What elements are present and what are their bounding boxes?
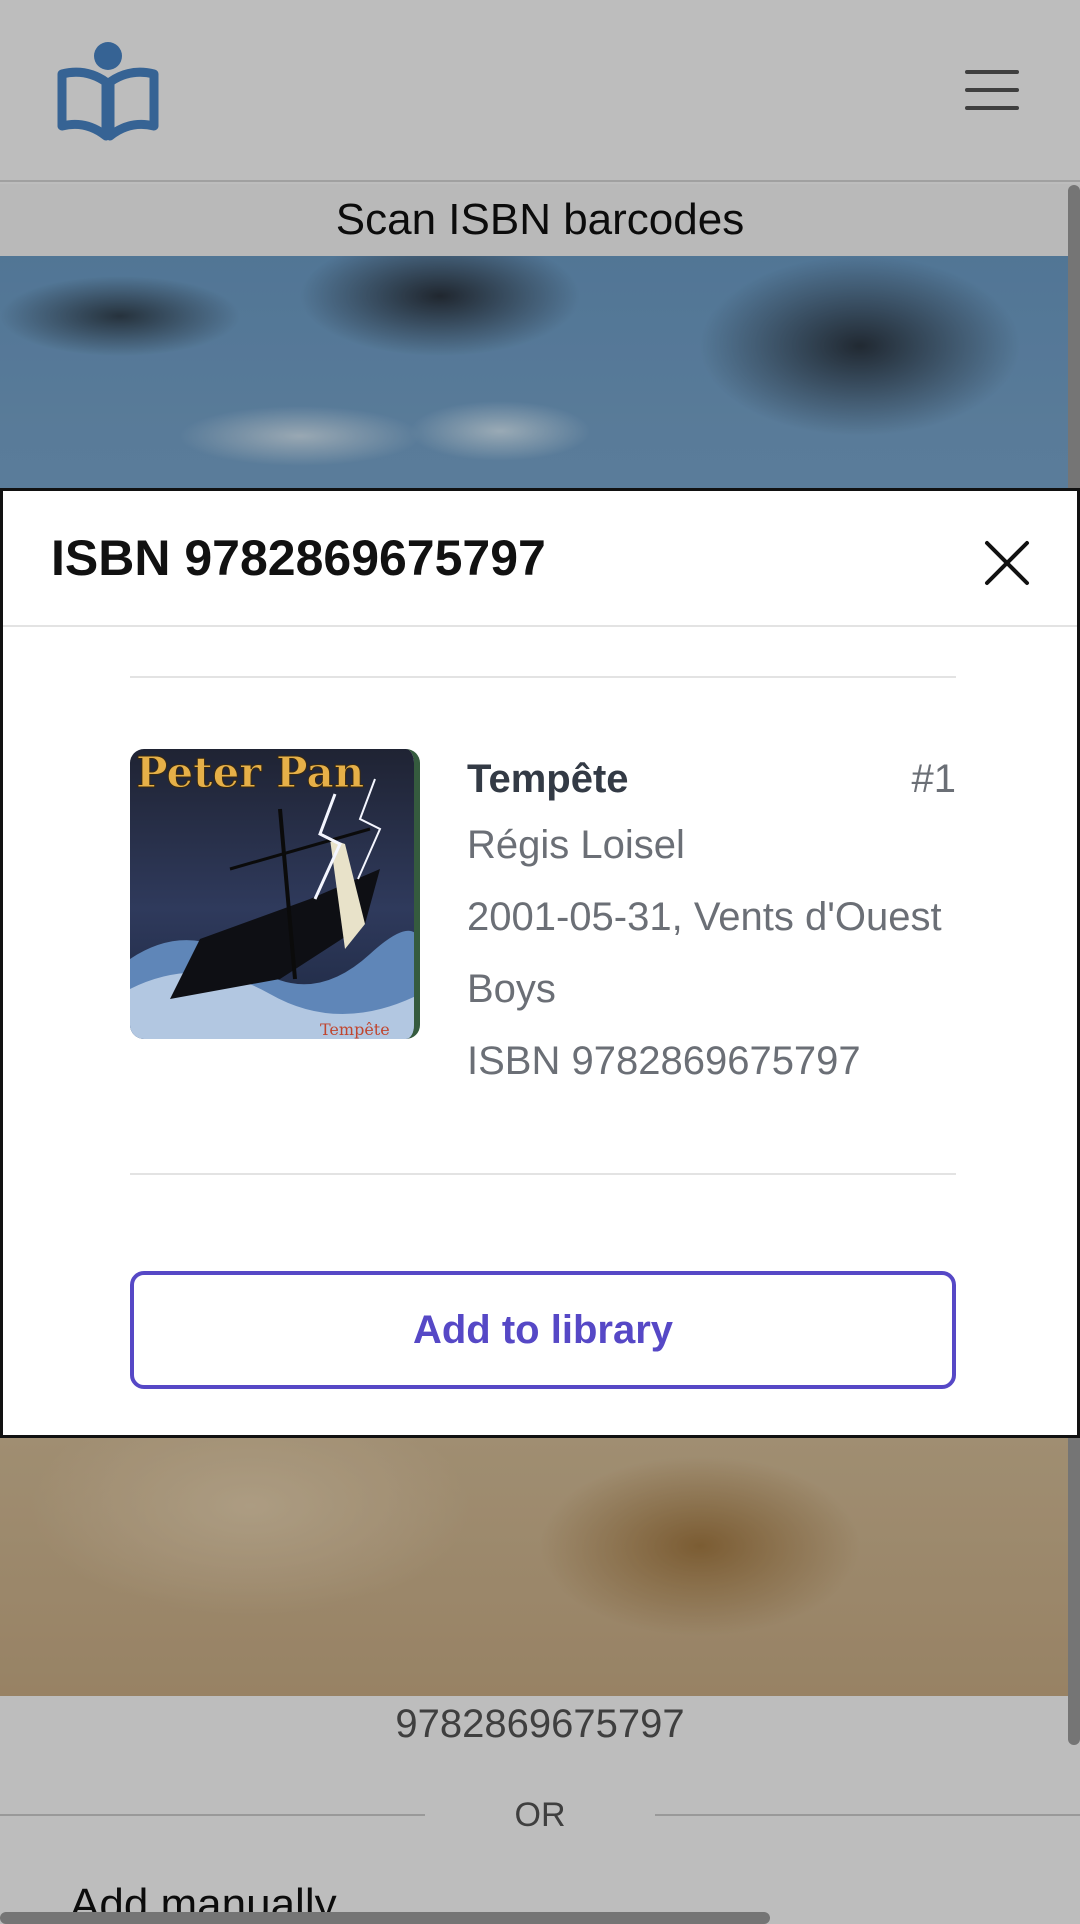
book-title: Tempête	[467, 756, 629, 801]
book-title-row: Tempête #1	[467, 749, 956, 809]
book-result-modal: ISBN 9782869675797 Peter Pan Tempête Tem…	[0, 488, 1080, 1438]
volume-number: #1	[911, 756, 957, 801]
book-author: Régis Loisel	[467, 823, 685, 867]
divider	[130, 1173, 956, 1175]
book-cover-image: Peter Pan Tempête	[130, 749, 420, 1039]
book-details: Tempête #1 Régis Loisel 2001-05-31, Vent…	[467, 749, 956, 1097]
book-series: Boys	[467, 967, 556, 1011]
divider	[130, 676, 956, 678]
book-publication: 2001-05-31, Vents d'Ouest	[467, 895, 942, 939]
book-isbn: ISBN 9782869675797	[467, 1039, 861, 1083]
cover-subtitle: Tempête	[320, 1020, 390, 1039]
modal-title: ISBN 9782869675797	[51, 530, 546, 586]
add-to-library-button[interactable]: Add to library	[130, 1271, 956, 1389]
book-card: Peter Pan Tempête Tempête #1 Régis Loise…	[130, 749, 956, 1083]
close-x-icon[interactable]	[977, 533, 1037, 593]
modal-header: ISBN 9782869675797	[3, 491, 1077, 627]
cover-title: Peter Pan	[136, 749, 364, 797]
